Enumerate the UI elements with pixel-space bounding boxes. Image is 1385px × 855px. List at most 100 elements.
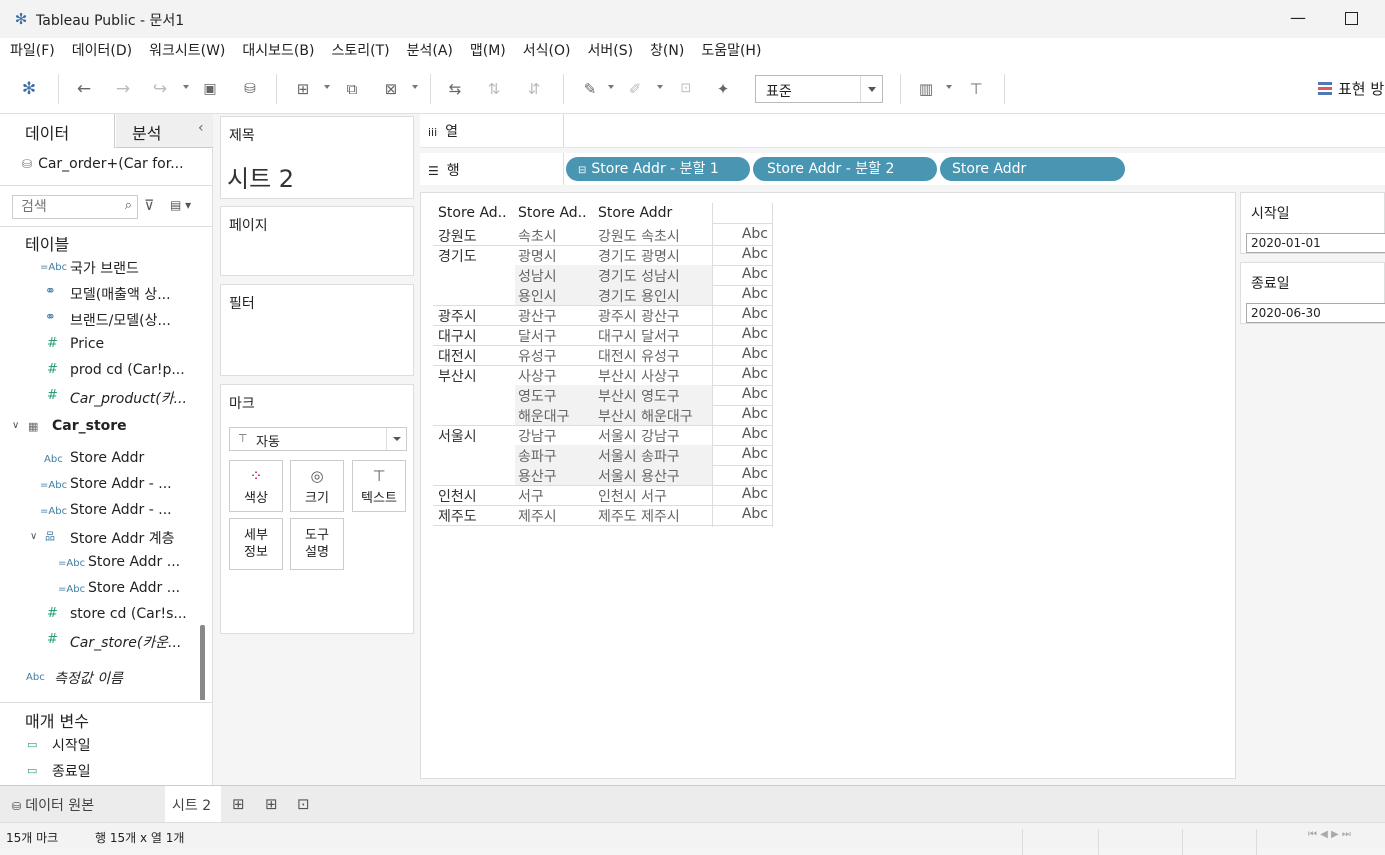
collapse-pane-icon[interactable]: ‹ — [198, 120, 204, 136]
chevron-down-icon — [860, 76, 882, 102]
clear-sheet-icon[interactable]: ⊠ — [379, 77, 403, 101]
scrollbar[interactable] — [200, 625, 205, 700]
save-icon[interactable]: ▣ — [198, 77, 222, 101]
show-me-button[interactable]: 표현 방 — [1318, 78, 1384, 99]
pages-card[interactable]: 페이지 — [220, 206, 414, 276]
start-date-input[interactable]: 2020-01-01 — [1246, 233, 1385, 253]
field-item[interactable]: 국가 브랜드 — [70, 258, 213, 278]
filter-icon[interactable]: ⊽ — [144, 198, 154, 214]
new-worksheet-icon[interactable]: ⊞ — [291, 77, 315, 101]
filters-label: 필터 — [229, 296, 255, 312]
detail-label: 세부 정보 — [244, 528, 268, 560]
view-options-icon[interactable]: ▤ ▾ — [170, 198, 191, 212]
chevron-down-icon[interactable]: ∨ — [30, 531, 37, 542]
field-item[interactable]: 모델(매출액 상... — [70, 284, 213, 304]
tab-data[interactable]: 데이터 — [0, 114, 115, 148]
field-item[interactable]: store cd (Car!s... — [70, 606, 213, 622]
tab-datasource[interactable]: ⛁ 데이터 원본 — [0, 786, 164, 822]
table-car-store[interactable]: Car_store — [52, 418, 127, 434]
swap-rows-columns-icon[interactable]: ⇆ — [443, 77, 467, 101]
menu-item[interactable]: 서식(O) — [523, 38, 571, 64]
field-item[interactable]: Store Addr - ... — [70, 476, 213, 492]
datasource-item[interactable]: ⛁ Car_order+(Car for... — [22, 156, 184, 172]
columns-shelf[interactable]: iii 열 — [420, 114, 1385, 148]
menu-item[interactable]: 맵(M) — [470, 38, 506, 64]
new-datasource-icon[interactable]: ⛁ — [238, 77, 262, 101]
size-button[interactable]: ◎ 크기 — [290, 460, 344, 512]
columns-label: 열 — [445, 124, 459, 140]
text-button[interactable]: ⊤ 텍스트 — [352, 460, 406, 512]
field-item[interactable]: 브랜드/모델(상... — [70, 310, 213, 330]
data-pane: 데이터 분석 ‹ ⛁Car_order+(Car for... ⌕ ⊽ ▤ ▾ … — [0, 114, 213, 785]
field-item[interactable]: prod cd (Car!p... — [70, 362, 213, 378]
search-input[interactable] — [13, 196, 113, 218]
row-pill-addr[interactable]: Store Addr — [940, 157, 1125, 181]
field-type-icon: =Abc — [58, 584, 86, 595]
back-arrow-icon[interactable]: ← — [72, 77, 96, 101]
row-pill-split1[interactable]: ⊟ Store Addr - 분할 1 — [566, 157, 750, 181]
fit-select[interactable]: 표준 — [755, 75, 883, 103]
parameter-controls: 시작일 2020-01-01 종료일 2020-06-30 — [1240, 192, 1385, 779]
end-date-input[interactable]: 2020-06-30 — [1246, 303, 1385, 323]
menu-item[interactable]: 워크시트(W) — [149, 38, 225, 64]
tooltip-button[interactable]: 도구 설명 — [290, 518, 344, 570]
menu-item[interactable]: 파일(F) — [10, 38, 55, 64]
minimize-button[interactable]: — — [1288, 8, 1308, 28]
new-story-icon[interactable]: ⊡ — [297, 795, 310, 813]
search-icon[interactable]: ⌕ — [125, 198, 132, 213]
sheet-title[interactable]: 시트 2 — [227, 159, 294, 194]
menu-item[interactable]: 도움말(H) — [701, 38, 761, 64]
chevron-down-icon[interactable]: ∨ — [12, 420, 19, 431]
abc-value-cell: Abc — [741, 346, 768, 362]
field-item[interactable]: Store Addr 계층 — [70, 528, 213, 548]
tab-sheet2[interactable]: 시트 2 — [165, 786, 221, 822]
menu-item[interactable]: 대시보드(B) — [242, 38, 314, 64]
new-dashboard-icon[interactable]: ⊞ — [265, 795, 278, 813]
detail-button[interactable]: 세부 정보 — [229, 518, 283, 570]
redo-icon[interactable]: ↪ — [148, 77, 172, 101]
abc-value-cell: Abc — [741, 366, 768, 382]
abc-value-cell: Abc — [741, 306, 768, 322]
menu-item[interactable]: 데이터(D) — [72, 38, 132, 64]
field-measure-names[interactable]: 측정값 이름 — [54, 668, 204, 688]
worksheet-view[interactable]: Store Ad.. Store Ad.. Store Addr 강원도 속초시 강원도 … — [420, 192, 1236, 779]
group-paperclip-icon[interactable]: ✐ — [623, 77, 647, 101]
region-cell: 강원도 — [438, 229, 477, 245]
show-cards-icon[interactable]: ▥ — [914, 77, 938, 101]
menu-item[interactable]: 서버(S) — [587, 38, 633, 64]
field-item[interactable]: Car_product(카... — [70, 388, 213, 408]
param-start-date[interactable]: 시작일 — [52, 735, 202, 755]
field-item[interactable]: Car_store(카운... — [70, 632, 213, 652]
sheet-nav-icon[interactable]: ⏮ ◀ ▶ ⏭ — [1308, 829, 1351, 840]
field-item[interactable]: Store Addr ... — [88, 554, 213, 570]
tableau-home-icon[interactable]: ✻ — [17, 77, 41, 101]
field-item[interactable]: Store Addr - ... — [70, 502, 213, 518]
title-card-label: 제목 — [229, 128, 255, 144]
field-type-icon: # — [47, 388, 58, 403]
field-item[interactable]: Store Addr ... — [88, 580, 213, 596]
text-label: 텍스트 — [361, 491, 397, 506]
presentation-mode-icon[interactable]: ⊤ — [964, 77, 988, 101]
search-box[interactable]: ⌕ — [12, 195, 138, 219]
sort-descending-icon[interactable]: ⇵ — [522, 77, 546, 101]
forward-arrow-icon[interactable]: → — [111, 77, 135, 101]
duplicate-sheet-icon[interactable]: ⧉ — [340, 77, 364, 101]
param-end-date[interactable]: 종료일 — [52, 761, 202, 781]
highlight-pen-icon[interactable]: ✎ — [578, 77, 602, 101]
region-cell: 서울시 — [438, 429, 477, 445]
pin-axis-icon[interactable]: ✦ — [711, 77, 735, 101]
field-item[interactable]: Price — [70, 336, 213, 352]
new-worksheet-icon[interactable]: ⊞ — [232, 795, 245, 813]
menu-item[interactable]: 창(N) — [650, 38, 684, 64]
filters-card[interactable]: 필터 — [220, 284, 414, 376]
mark-type-select[interactable]: ⊤ 자동 — [229, 427, 407, 451]
field-item[interactable]: Store Addr — [70, 450, 213, 466]
menu-item[interactable]: 스토리(T) — [331, 38, 389, 64]
sort-ascending-icon[interactable]: ⇅ — [482, 77, 506, 101]
row-pill-split2[interactable]: Store Addr - 분할 2 — [753, 157, 937, 181]
maximize-button[interactable] — [1345, 12, 1358, 25]
menu-item[interactable]: 분석(A) — [407, 38, 453, 64]
color-button[interactable]: ⁘ 색상 — [229, 460, 283, 512]
rows-shelf[interactable]: ☰ 행 ⊟ Store Addr - 분할 1 Store Addr - 분할 2 … — [420, 153, 1385, 185]
show-labels-icon[interactable]: ⊡ — [674, 77, 698, 101]
